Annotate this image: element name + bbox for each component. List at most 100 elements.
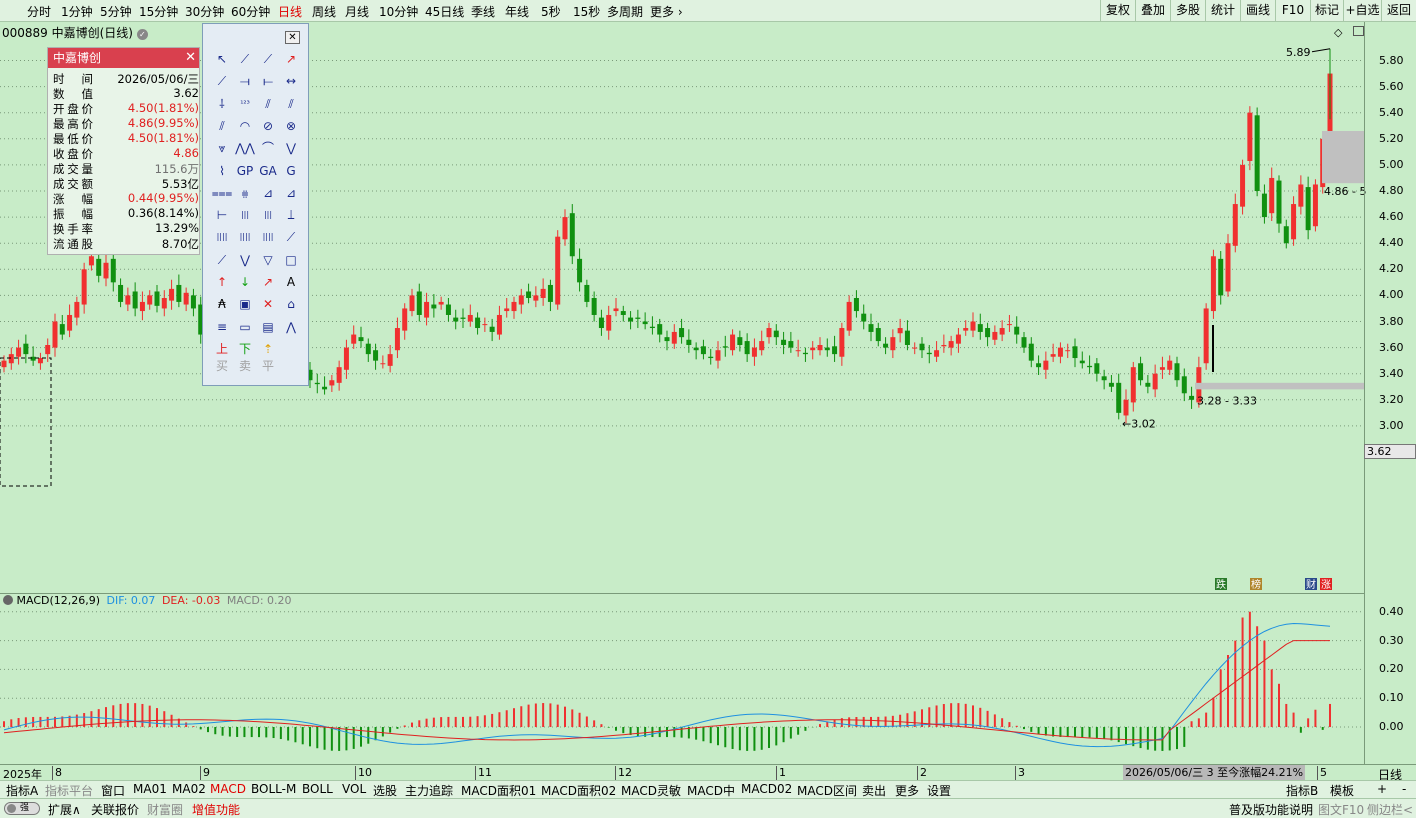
macd-title[interactable]: MACD(12,26,9): [17, 594, 101, 607]
zoom-out-button[interactable]: -: [1402, 782, 1406, 796]
macd-settings-icon[interactable]: [3, 595, 13, 605]
ruler-tool-icon[interactable]: ▭: [234, 317, 256, 337]
expand-button[interactable]: 扩展∧: [48, 801, 81, 818]
selection-box[interactable]: [0, 357, 52, 487]
indicator-tab[interactable]: MACD灵敏: [621, 782, 681, 799]
up-arrow-tool-icon[interactable]: ↑: [211, 272, 233, 292]
indicator-tab[interactable]: MACD中: [687, 782, 735, 799]
eraser-tool-icon[interactable]: ⌂: [280, 294, 302, 314]
related-quotes-button[interactable]: 关联报价: [91, 801, 139, 818]
bars3-tool-icon[interactable]: ||||: [257, 227, 279, 247]
gann-p-tool-icon[interactable]: GP: [234, 161, 256, 181]
indicator-tab[interactable]: BOLL: [302, 782, 333, 796]
ray-tool-icon[interactable]: ⟋: [257, 49, 279, 69]
candle-body: [926, 352, 932, 355]
period-tool-icon[interactable]: ⊢: [211, 205, 233, 225]
pointer-tool-icon[interactable]: ↖: [211, 49, 233, 69]
indicator-tab[interactable]: MA01: [133, 782, 167, 796]
speed-tool-icon[interactable]: ⩶: [211, 183, 233, 203]
hline-tool-icon[interactable]: ⟞: [234, 71, 256, 91]
wave2-tool-icon[interactable]: ⋀⋀: [234, 138, 256, 158]
candle-body: [1057, 347, 1063, 357]
arc-tool-icon[interactable]: ◠: [234, 116, 256, 136]
indicator-tab[interactable]: 卖出: [862, 782, 886, 799]
indicator-b-button[interactable]: 指标B: [1286, 782, 1318, 799]
region-tool-icon[interactable]: ▣: [234, 294, 256, 314]
down-v-tool-icon[interactable]: ⋁: [234, 250, 256, 270]
candle-body: [744, 341, 750, 355]
value-added-button[interactable]: 增值功能: [192, 801, 240, 818]
arrow-line-tool-icon[interactable]: ↗: [280, 49, 302, 69]
text-tool-icon[interactable]: A: [280, 272, 302, 292]
image-tool-icon[interactable]: ▤: [257, 317, 279, 337]
up-right-arrow-tool-icon[interactable]: ↗: [257, 272, 279, 292]
indicator-tab[interactable]: BOLL-M: [251, 782, 296, 796]
indicator-tab[interactable]: 指标平台: [45, 782, 93, 799]
indicator-tab[interactable]: 设置: [927, 782, 951, 799]
indicator-tab[interactable]: MACD区间: [797, 782, 857, 799]
gann-a-tool-icon[interactable]: GA: [257, 161, 279, 181]
candle-body: [460, 317, 466, 319]
sidebar-toggle[interactable]: 侧边栏<: [1367, 801, 1413, 818]
delete-tool-icon[interactable]: ✕: [257, 294, 279, 314]
rect-tool-icon[interactable]: □: [280, 250, 302, 270]
period2-tool-icon[interactable]: |||: [234, 205, 256, 225]
gann-tool-icon[interactable]: G: [280, 161, 302, 181]
hsegment-tool-icon[interactable]: ↔: [280, 71, 302, 91]
candle-body: [853, 298, 859, 312]
toggle-switch[interactable]: 强: [4, 802, 40, 815]
indicator-tab[interactable]: 窗口: [101, 782, 125, 799]
notes-tool-icon[interactable]: ≡: [211, 317, 233, 337]
fan-tool-icon[interactable]: ⊿: [257, 183, 279, 203]
indicator-tab[interactable]: MACD面积01: [461, 782, 536, 799]
bars-tool-icon[interactable]: ||||: [211, 227, 233, 247]
panel-toggle-icon[interactable]: [1353, 26, 1364, 36]
parallel2-tool-icon[interactable]: ⫽: [280, 94, 302, 114]
ellipse-tool-icon[interactable]: ⊗: [280, 116, 302, 136]
polyline-tool-icon[interactable]: ⌒: [257, 138, 279, 158]
zoom-in-button[interactable]: +: [1377, 782, 1387, 796]
bars2-tool-icon[interactable]: ||||: [234, 227, 256, 247]
info-panel-header[interactable]: 中嘉博创 ✕: [48, 48, 199, 68]
speed2-tool-icon[interactable]: ⩷: [234, 183, 256, 203]
vline-tool-icon[interactable]: ⸸: [211, 94, 233, 114]
indicator-tab[interactable]: VOL: [342, 782, 366, 796]
candle-body: [1028, 343, 1034, 361]
angle-tool-icon[interactable]: ⟘: [280, 205, 302, 225]
wave-tool-icon[interactable]: ⩔: [211, 138, 233, 158]
text2-tool-icon[interactable]: ₳: [211, 294, 233, 314]
candle-body: [161, 298, 167, 309]
indicator-tab[interactable]: 选股: [373, 782, 397, 799]
price-label-tool-icon[interactable]: ¹²³: [234, 94, 256, 114]
indicator-tab[interactable]: MACD02: [741, 782, 792, 796]
wealth-circle-button[interactable]: 财富圈: [147, 801, 183, 818]
fan3-tool-icon[interactable]: ⟋: [211, 250, 233, 270]
channel-tool-icon[interactable]: ⫽: [211, 116, 233, 136]
fan2-tool-icon[interactable]: ⊿: [280, 183, 302, 203]
candle-body: [526, 291, 532, 299]
indicator-tab[interactable]: 更多: [895, 782, 919, 799]
indicator-tab[interactable]: MACD面积02: [541, 782, 616, 799]
axis-diamond-icon[interactable]: ◇: [1334, 26, 1342, 39]
down-arrow-tool-icon[interactable]: ↓: [234, 272, 256, 292]
curve-tool-icon[interactable]: ⋀: [280, 317, 302, 337]
close-icon[interactable]: ✕: [285, 31, 300, 44]
indicator-tab[interactable]: MACD: [210, 782, 246, 796]
indicator-tab[interactable]: MA02: [172, 782, 206, 796]
period3-tool-icon[interactable]: |||: [257, 205, 279, 225]
parallel-tool-icon[interactable]: ⫽: [257, 94, 279, 114]
circle-tool-icon[interactable]: ⊘: [257, 116, 279, 136]
close-icon[interactable]: ✕: [185, 48, 196, 68]
hray-tool-icon[interactable]: ⟝: [257, 71, 279, 91]
trend-tool-icon[interactable]: ⟋: [280, 227, 302, 247]
f10-text-link[interactable]: 图文F10: [1318, 801, 1364, 818]
triangle-tool-icon[interactable]: ▽: [257, 250, 279, 270]
fib-wave-tool-icon[interactable]: ⌇: [211, 161, 233, 181]
zigzag-tool-icon[interactable]: ⋁: [280, 138, 302, 158]
line-tool-icon[interactable]: ⟋: [234, 49, 256, 69]
segment-tool-icon[interactable]: ⟋: [211, 71, 233, 91]
indicator-tab[interactable]: 主力追踪: [405, 782, 453, 799]
template-button[interactable]: 模板: [1330, 782, 1354, 799]
feature-guide-link[interactable]: 普及版功能说明: [1229, 801, 1313, 818]
indicator-tab[interactable]: 指标A: [6, 782, 38, 799]
